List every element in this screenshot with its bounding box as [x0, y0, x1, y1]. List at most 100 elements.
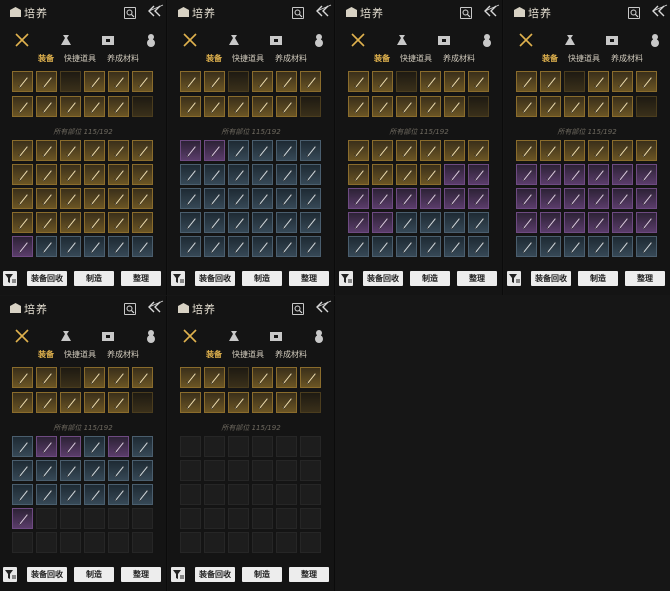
item-slot[interactable]: [108, 460, 129, 481]
craft-button[interactable]: 制造: [242, 271, 282, 286]
item-slot[interactable]: [420, 71, 441, 92]
empty-slot[interactable]: [180, 436, 201, 457]
item-slot[interactable]: [108, 236, 129, 257]
empty-slot[interactable]: [252, 436, 273, 457]
collapse-arrows-icon[interactable]: [314, 300, 332, 314]
item-slot[interactable]: [108, 367, 129, 388]
empty-slot[interactable]: [84, 532, 105, 553]
tab-quick-items[interactable]: 快捷道具: [232, 349, 264, 360]
item-slot[interactable]: [108, 392, 129, 413]
item-slot[interactable]: [252, 188, 273, 209]
empty-slot[interactable]: [300, 436, 321, 457]
item-slot[interactable]: [468, 96, 489, 117]
recycle-button[interactable]: 装备回收: [531, 271, 571, 286]
empty-slot[interactable]: [204, 436, 225, 457]
item-slot[interactable]: [180, 71, 201, 92]
empty-slot[interactable]: [276, 436, 297, 457]
sort-button[interactable]: 整理: [457, 271, 497, 286]
empty-slot[interactable]: [300, 508, 321, 529]
item-slot[interactable]: [348, 96, 369, 117]
item-slot[interactable]: [612, 71, 633, 92]
item-slot[interactable]: [228, 367, 249, 388]
empty-slot[interactable]: [276, 484, 297, 505]
item-slot[interactable]: [444, 71, 465, 92]
item-slot[interactable]: [12, 460, 33, 481]
crossed-swords-icon[interactable]: [182, 329, 198, 343]
item-slot[interactable]: [300, 96, 321, 117]
item-slot[interactable]: [60, 436, 81, 457]
item-slot[interactable]: [60, 236, 81, 257]
tab-quick-items[interactable]: 快捷道具: [400, 53, 432, 64]
search-button[interactable]: [628, 7, 640, 19]
item-slot[interactable]: [468, 188, 489, 209]
empty-slot[interactable]: [132, 508, 153, 529]
sort-button[interactable]: 整理: [625, 271, 665, 286]
item-slot[interactable]: [612, 96, 633, 117]
tab-materials[interactable]: 养成材料: [107, 349, 139, 360]
empty-slot[interactable]: [276, 460, 297, 481]
empty-slot[interactable]: [180, 532, 201, 553]
item-slot[interactable]: [276, 367, 297, 388]
item-slot[interactable]: [252, 367, 273, 388]
item-slot[interactable]: [36, 367, 57, 388]
sort-button[interactable]: 整理: [121, 567, 161, 582]
crossed-swords-icon[interactable]: [350, 33, 366, 47]
item-slot[interactable]: [564, 212, 585, 233]
item-slot[interactable]: [228, 236, 249, 257]
search-button[interactable]: [292, 7, 304, 19]
empty-slot[interactable]: [36, 508, 57, 529]
item-slot[interactable]: [516, 212, 537, 233]
item-slot[interactable]: [420, 140, 441, 161]
empty-slot[interactable]: [60, 532, 81, 553]
item-slot[interactable]: [396, 140, 417, 161]
item-slot[interactable]: [636, 71, 657, 92]
empty-slot[interactable]: [12, 532, 33, 553]
item-slot[interactable]: [300, 392, 321, 413]
search-button[interactable]: [460, 7, 472, 19]
item-slot[interactable]: [588, 236, 609, 257]
craft-button[interactable]: 制造: [74, 567, 114, 582]
item-slot[interactable]: [348, 188, 369, 209]
item-slot[interactable]: [84, 367, 105, 388]
item-slot[interactable]: [84, 96, 105, 117]
item-slot[interactable]: [228, 164, 249, 185]
item-slot[interactable]: [588, 96, 609, 117]
tab-quick-items[interactable]: 快捷道具: [64, 349, 96, 360]
item-slot[interactable]: [468, 236, 489, 257]
item-slot[interactable]: [36, 188, 57, 209]
tab-equipment[interactable]: 装备: [38, 53, 54, 64]
item-slot[interactable]: [540, 96, 561, 117]
empty-slot[interactable]: [204, 460, 225, 481]
item-slot[interactable]: [36, 164, 57, 185]
item-slot[interactable]: [84, 392, 105, 413]
item-slot[interactable]: [228, 96, 249, 117]
item-slot[interactable]: [228, 188, 249, 209]
item-slot[interactable]: [396, 188, 417, 209]
item-slot[interactable]: [636, 140, 657, 161]
item-slot[interactable]: [84, 188, 105, 209]
item-slot[interactable]: [396, 71, 417, 92]
empty-slot[interactable]: [276, 532, 297, 553]
item-slot[interactable]: [444, 188, 465, 209]
recycle-button[interactable]: 装备回收: [27, 271, 67, 286]
item-slot[interactable]: [204, 392, 225, 413]
item-slot[interactable]: [36, 96, 57, 117]
item-slot[interactable]: [540, 212, 561, 233]
item-slot[interactable]: [564, 236, 585, 257]
empty-slot[interactable]: [228, 436, 249, 457]
tab-materials[interactable]: 养成材料: [275, 349, 307, 360]
item-slot[interactable]: [204, 367, 225, 388]
item-slot[interactable]: [132, 96, 153, 117]
item-slot[interactable]: [132, 140, 153, 161]
item-slot[interactable]: [252, 140, 273, 161]
collapse-arrows-icon[interactable]: [650, 4, 668, 18]
item-slot[interactable]: [372, 236, 393, 257]
item-slot[interactable]: [12, 367, 33, 388]
tab-quick-items[interactable]: 快捷道具: [232, 53, 264, 64]
gourd-icon[interactable]: [143, 33, 159, 47]
filter-button[interactable]: [339, 271, 353, 286]
item-slot[interactable]: [12, 96, 33, 117]
item-slot[interactable]: [84, 436, 105, 457]
item-slot[interactable]: [180, 367, 201, 388]
recycle-button[interactable]: 装备回收: [363, 271, 403, 286]
